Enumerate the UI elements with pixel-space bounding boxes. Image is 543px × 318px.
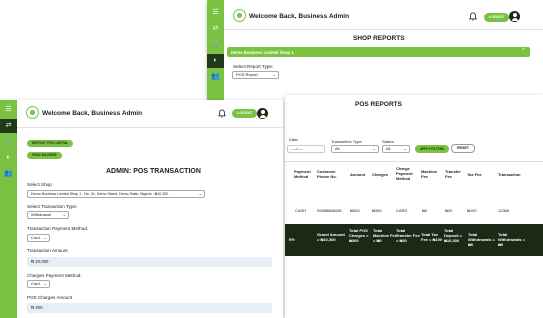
table-divider: [285, 161, 543, 162]
amount-label: Transaction Amount: [27, 248, 68, 253]
payment-method-label: Transaction Payment Method:: [27, 226, 89, 231]
tx-type-select[interactable]: Withdrawal ⌄: [27, 211, 69, 219]
amount-input[interactable]: ₦ 10,000: [27, 257, 272, 267]
shop-accordion[interactable]: Demo Business Limited Shop 1 ^: [227, 47, 530, 57]
cart-icon[interactable]: 🛒: [0, 135, 17, 149]
cell-transaction: 12366: [498, 208, 510, 213]
logout-button[interactable]: LOGOUT: [484, 13, 510, 22]
charges-method-label: Charges Payment Method:: [27, 273, 82, 278]
col-machine-fee: Machine Fee: [421, 169, 438, 179]
summary-withdrawals-2: Total Withdrawals = ₦0: [498, 232, 525, 247]
pos-reports-title: POS REPORTS: [355, 101, 402, 108]
summary-grand-amount: Grand Amount = ₦10,300: [317, 232, 345, 242]
col-charge-payment-method: Charge Payment Method: [396, 166, 413, 181]
date-value: ----/----: [291, 146, 303, 151]
header-divider: [17, 127, 283, 128]
col-amount: Amount: [350, 172, 366, 177]
chevron-down-icon: ⌄: [372, 146, 376, 151]
col-tax-fee: Tax Fee: [467, 172, 482, 177]
header-divider: [224, 29, 543, 30]
cart-icon[interactable]: 🛒: [207, 38, 224, 52]
col-transfer-fee: Transfer Fee: [445, 169, 461, 179]
chevron-up-icon[interactable]: ^: [522, 48, 525, 54]
deposit-pos-capital-button[interactable]: DEPOSIT POS CAPITAL: [27, 140, 74, 147]
col-customer-phone: Customer Phone No.: [317, 169, 337, 179]
summary-withdrawals: Total Withdrawals = ₦0: [468, 232, 495, 247]
page-title: SHOP REPORTS: [353, 35, 405, 42]
menu-icon[interactable]: ☰: [0, 103, 17, 117]
chevron-down-icon: ⌄: [43, 235, 47, 240]
welcome-text: Welcome Back, Business Admin: [249, 13, 350, 20]
page-title: ADMIN: POS TRANSACTION: [106, 168, 201, 175]
bell-icon[interactable]: [469, 12, 477, 21]
summary-label: RY:: [289, 237, 296, 242]
payment-method-value: Card: [31, 235, 40, 240]
col-transaction: Transaction: [498, 172, 521, 177]
palette-icon[interactable]: ◐: [207, 54, 224, 68]
cell-payment-method: CASH: [295, 208, 307, 213]
transfer-icon[interactable]: ⇄: [0, 119, 17, 133]
chevron-down-icon: ⌄: [43, 281, 47, 286]
cell-customer-phone: 09958888438: [317, 208, 342, 213]
charges-method-select[interactable]: Card ⌄: [27, 280, 50, 288]
date-input[interactable]: ----/----: [287, 145, 325, 153]
summary-footer: RY: Grand Amount = ₦10,300 Total POS Cha…: [285, 224, 543, 256]
logo-icon: [233, 9, 246, 22]
select-shop-value: Demo Business Limited Shop 1 - No. 01, D…: [31, 192, 169, 196]
chevron-down-icon: ⌄: [272, 72, 276, 77]
fund-machine-button[interactable]: FUND MACHINE: [27, 152, 62, 159]
front-window: ☰ ⇄ 🛒 ◐ 👥 Welcome Back, Business Admin L…: [0, 100, 283, 318]
status-filter-label: Status:: [382, 139, 395, 144]
tx-type-label: Select Transaction Type:: [27, 204, 78, 209]
users-icon[interactable]: 👥: [0, 167, 17, 181]
summary-deposit: Total Deposit = ₦10,300: [444, 228, 463, 243]
pos-reports-panel: POS REPORTS Date: ----/---- Transaction …: [285, 95, 543, 318]
menu-icon[interactable]: ☰: [207, 6, 224, 20]
logout-button[interactable]: LOGOUT: [232, 109, 258, 118]
logo-icon: [26, 106, 39, 119]
select-shop-label: Select Shop: [27, 182, 52, 187]
cell-transfer-fee: ₦20: [445, 208, 453, 213]
avatar-icon[interactable]: [257, 108, 268, 119]
tx-type-filter-value: All: [335, 146, 340, 151]
summary-tax-fee: Total Tax Fee = ₦100: [421, 232, 443, 242]
cell-tax-fee: ₦100: [467, 208, 477, 213]
chevron-down-icon: ⌄: [403, 146, 407, 151]
report-type-select[interactable]: POS Report ⌄: [232, 71, 279, 79]
welcome-text: Welcome Back, Business Admin: [42, 110, 143, 117]
palette-icon[interactable]: ◐: [0, 151, 17, 165]
report-type-label: Select Report Type:: [233, 64, 274, 69]
cell-charge-payment-method: CARD: [396, 208, 408, 213]
chevron-down-icon: ⌄: [198, 191, 202, 196]
tx-type-filter-select[interactable]: All ⌄: [331, 145, 379, 153]
avatar-icon[interactable]: [509, 11, 520, 22]
charges-amount-label: POS Charges Amount: [27, 295, 73, 300]
reset-button[interactable]: RESET: [451, 144, 475, 153]
chevron-down-icon: ⌄: [62, 212, 66, 217]
charges-method-value: Card: [31, 281, 40, 286]
front-sidebar: ☰ ⇄ 🛒 ◐ 👥: [0, 100, 17, 318]
date-label: Date:: [289, 137, 299, 142]
transfer-icon[interactable]: ⇄: [207, 22, 224, 36]
cell-amount: ₦300: [350, 208, 360, 213]
payment-method-select[interactable]: Card ⌄: [27, 234, 50, 242]
col-payment-method: Payment Method: [294, 169, 311, 179]
cell-charges: ₦300: [372, 208, 382, 213]
accordion-label: Demo Business Limited Shop 1: [231, 49, 294, 55]
apply-filters-button[interactable]: APPLY FILTERS: [415, 145, 450, 153]
users-icon[interactable]: 👥: [207, 70, 224, 84]
status-filter-select[interactable]: All ⌄: [382, 145, 410, 153]
tx-type-filter-label: Transaction Type:: [331, 139, 363, 144]
cell-machine-fee: ₦0: [422, 208, 428, 213]
bell-icon[interactable]: [218, 109, 226, 118]
tx-type-value: Withdrawal: [31, 212, 51, 217]
summary-transfer-fee: Total Transfer Fee = ₦20: [396, 228, 420, 243]
status-filter-value: All: [386, 146, 391, 151]
summary-pos-charges: Total POS Charges = ₦300: [349, 228, 369, 243]
charges-amount-input[interactable]: ₦ 300: [27, 303, 272, 313]
summary-machine-fee: Total Machine Fee = ₦0: [373, 228, 398, 243]
report-type-value: POS Report: [236, 72, 258, 77]
col-charges: Charges: [372, 172, 389, 177]
select-shop-select[interactable]: Demo Business Limited Shop 1 - No. 01, D…: [27, 190, 205, 198]
